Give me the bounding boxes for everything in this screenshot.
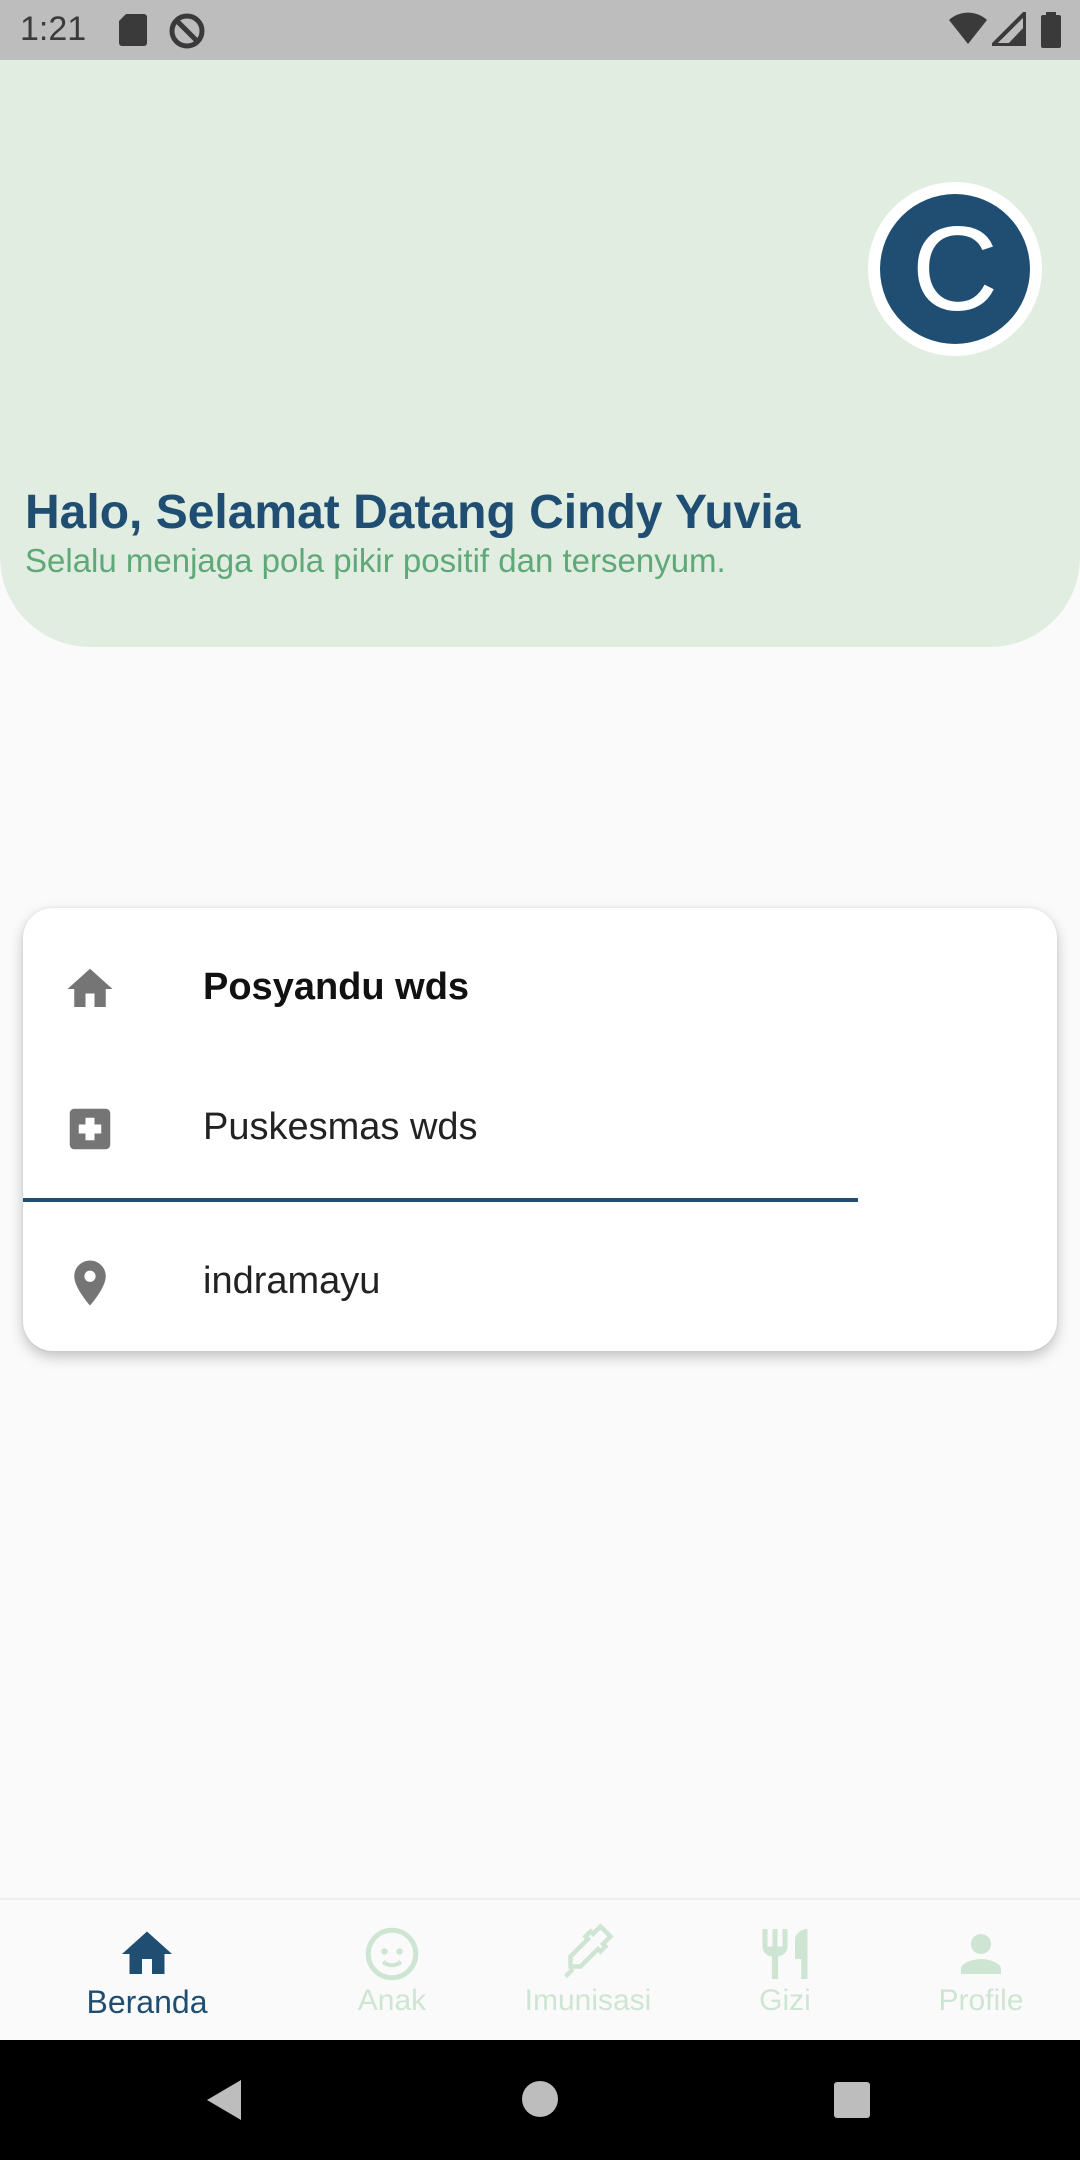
header-banner: C Halo, Selamat Datang Cindy Yuvia Selal… xyxy=(0,60,1080,647)
avatar-letter: C xyxy=(880,194,1030,344)
nav-item-imunisasi[interactable]: Imunisasi xyxy=(488,1900,688,2042)
signal-icon xyxy=(988,8,1027,51)
bottom-navigation: Beranda Anak Imunisasi Gizi Profile xyxy=(0,1898,1080,2042)
home-icon xyxy=(63,962,117,1021)
back-icon[interactable] xyxy=(203,2078,243,2127)
avatar[interactable]: C xyxy=(868,182,1042,356)
nav-label-anak: Anak xyxy=(357,1984,427,2017)
list-item-location: indramayu xyxy=(23,1226,1057,1336)
nav-item-anak[interactable]: Anak xyxy=(292,1900,492,2042)
nav-item-profile[interactable]: Profile xyxy=(881,1900,1080,2042)
list-item-posyandu: Posyandu wds xyxy=(23,944,1057,1054)
location-pin-icon xyxy=(63,1256,117,1315)
sd-card-icon xyxy=(118,12,148,53)
nav-item-beranda[interactable]: Beranda xyxy=(47,1900,247,2042)
syringe-icon xyxy=(558,1923,618,1989)
medical-cross-icon xyxy=(63,1102,117,1161)
system-navigation-bar xyxy=(0,2040,1080,2160)
nav-label-imunisasi: Imunisasi xyxy=(524,1984,652,2017)
wifi-icon xyxy=(948,12,988,51)
nav-label-profile: Profile xyxy=(938,1984,1024,2017)
divider xyxy=(23,1198,858,1202)
posyandu-name: Posyandu wds xyxy=(203,966,470,1008)
baby-face-icon xyxy=(362,1924,422,1989)
recents-icon[interactable] xyxy=(833,2081,871,2124)
do-not-disturb-icon xyxy=(168,12,206,55)
list-item-puskesmas: Puskesmas wds xyxy=(23,1084,1057,1194)
nav-label-beranda: Beranda xyxy=(86,1984,208,2020)
status-time: 1:21 xyxy=(20,10,87,48)
person-icon xyxy=(951,1924,1011,1989)
posyandu-info-card: Posyandu wds Puskesmas wds indramayu xyxy=(23,908,1057,1351)
app-screen: 1:21 C Halo, Selamat Datang Cindy Yuvia … xyxy=(0,0,1080,2160)
battery-icon xyxy=(1040,12,1062,53)
utensils-icon xyxy=(755,1924,815,1989)
greeting-title: Halo, Selamat Datang Cindy Yuvia xyxy=(25,486,801,539)
nav-label-gizi: Gizi xyxy=(759,1984,811,2017)
nav-item-gizi[interactable]: Gizi xyxy=(685,1900,885,2042)
status-bar: 1:21 xyxy=(0,0,1080,60)
location-name: indramayu xyxy=(203,1260,381,1302)
greeting-subtitle: Selalu menjaga pola pikir positif dan te… xyxy=(25,542,726,579)
home-button-icon[interactable] xyxy=(521,2080,559,2123)
puskesmas-name: Puskesmas wds xyxy=(203,1106,478,1148)
home-icon xyxy=(117,1924,177,1989)
